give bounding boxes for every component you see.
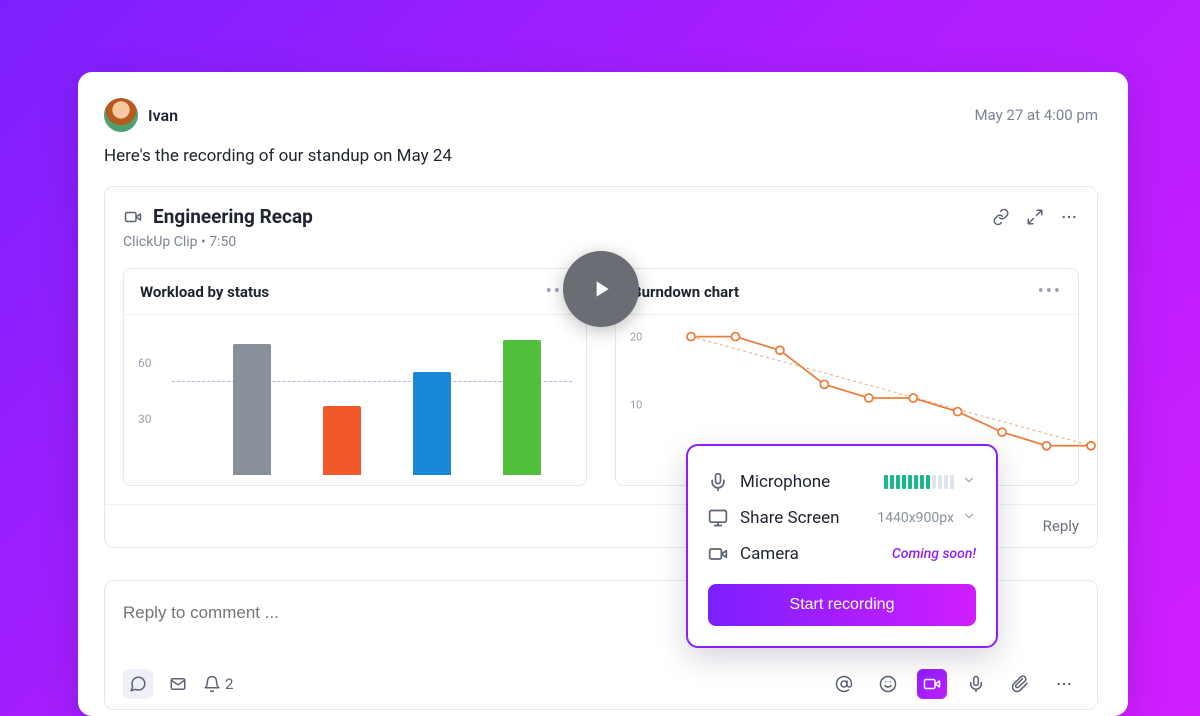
recording-popover: Microphone Share Screen 1440x900px	[686, 444, 998, 648]
comment-header: Ivan May 27 at 4:00 pm	[104, 98, 1098, 132]
video-icon	[708, 544, 728, 564]
rec-mic-row[interactable]: Microphone	[708, 464, 976, 500]
microphone-icon	[708, 472, 728, 492]
comment-body: Here's the recording of our standup on M…	[104, 146, 1098, 166]
toolbar-more-icon[interactable]	[1049, 669, 1079, 699]
burndown-chart-title: Burndown chart	[632, 283, 739, 301]
clip-duration: 7:50	[209, 234, 236, 250]
attach-icon[interactable]	[1005, 669, 1035, 699]
bar	[233, 344, 271, 475]
workload-chart-card: Workload by status ••• 3060	[123, 268, 587, 486]
chevron-down-icon[interactable]	[962, 509, 976, 527]
mention-icon[interactable]	[829, 669, 859, 699]
clip-header: Engineering Recap	[123, 205, 1079, 228]
comment-card: Ivan May 27 at 4:00 pm Here's the record…	[78, 72, 1128, 716]
bar	[323, 406, 361, 475]
play-button[interactable]	[563, 251, 639, 327]
clip-source: ClickUp Clip	[123, 234, 198, 250]
workload-chart-title: Workload by status	[140, 283, 269, 301]
author-name: Ivan	[148, 106, 178, 125]
start-recording-button[interactable]: Start recording	[708, 584, 976, 626]
expand-icon[interactable]	[1025, 207, 1045, 227]
mail-icon[interactable]	[163, 669, 193, 699]
video-icon	[123, 207, 143, 227]
comment-mode-icon[interactable]	[123, 669, 153, 699]
microphone-icon[interactable]	[961, 669, 991, 699]
monitor-icon	[708, 508, 728, 528]
emoji-icon[interactable]	[873, 669, 903, 699]
bar	[413, 372, 451, 475]
clip-title: Engineering Recap	[153, 205, 313, 228]
composer-toolbar: 2	[123, 669, 1079, 699]
bar	[503, 340, 541, 475]
rec-camera-label: Camera	[740, 544, 799, 564]
rec-share-row[interactable]: Share Screen 1440x900px	[708, 500, 976, 536]
clip-actions	[991, 207, 1079, 227]
more-icon[interactable]	[1059, 207, 1079, 227]
record-clip-button[interactable]	[917, 669, 947, 699]
clip-meta: ClickUp Clip • 7:50	[123, 234, 1079, 250]
rec-camera-row: Camera Coming soon!	[708, 536, 976, 572]
reply-link[interactable]: Reply	[1043, 517, 1079, 535]
chevron-down-icon[interactable]	[962, 473, 976, 491]
link-icon[interactable]	[991, 207, 1011, 227]
burndown-chart-more-icon[interactable]: •••	[1038, 281, 1062, 302]
rec-share-label: Share Screen	[740, 508, 840, 528]
rec-camera-note: Coming soon!	[892, 546, 976, 562]
avatar[interactable]	[104, 98, 138, 132]
workload-chart-body: 3060	[124, 315, 586, 485]
notification-count[interactable]: 2	[203, 675, 233, 693]
rec-mic-label: Microphone	[740, 472, 830, 492]
rec-share-value: 1440x900px	[877, 510, 954, 526]
mic-level-meter	[884, 475, 954, 489]
timestamp: May 27 at 4:00 pm	[974, 106, 1098, 124]
